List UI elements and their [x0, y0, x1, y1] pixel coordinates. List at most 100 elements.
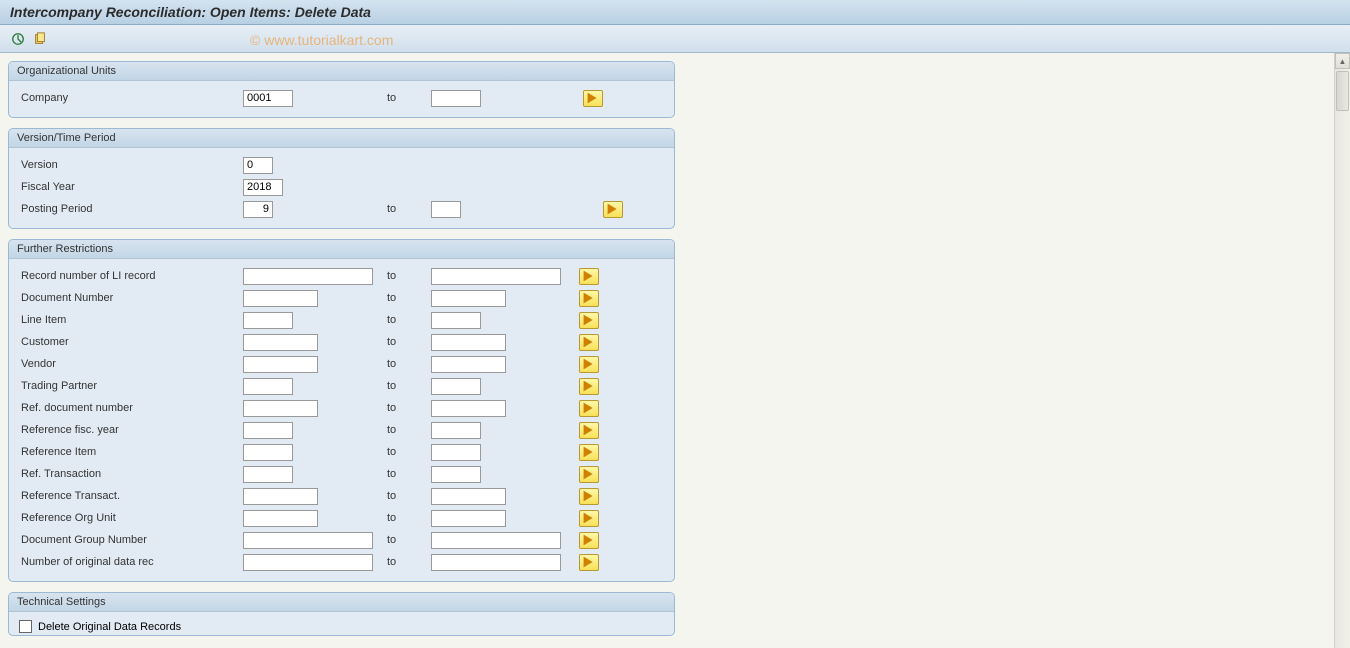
group-header: Technical Settings: [9, 593, 674, 612]
restriction-row: Reference Transact.to: [19, 485, 664, 507]
toolbar: [0, 25, 1350, 53]
restriction-input-to[interactable]: [431, 488, 506, 505]
label-to: to: [387, 203, 427, 215]
label-to: to: [387, 556, 427, 568]
label-fiscal-year: Fiscal Year: [19, 181, 239, 193]
multiple-selection-button[interactable]: [579, 268, 599, 285]
restriction-input-to[interactable]: [431, 466, 481, 483]
restriction-input-from[interactable]: [243, 466, 293, 483]
label-to: to: [387, 292, 427, 304]
multiple-selection-button[interactable]: [583, 90, 603, 107]
restriction-input-to[interactable]: [431, 422, 481, 439]
restriction-input-from[interactable]: [243, 356, 318, 373]
scroll-thumb[interactable]: [1336, 71, 1349, 111]
restriction-input-to[interactable]: [431, 400, 506, 417]
restriction-input-from[interactable]: [243, 312, 293, 329]
multiple-selection-button[interactable]: [579, 488, 599, 505]
label-delete-original: Delete Original Data Records: [38, 621, 181, 633]
restriction-label: Customer: [19, 336, 239, 348]
restriction-label: Ref. Transaction: [19, 468, 239, 480]
restriction-label: Trading Partner: [19, 380, 239, 392]
group-header: Further Restrictions: [9, 240, 674, 259]
input-company-to[interactable]: [431, 90, 481, 107]
input-posting-period-to[interactable]: [431, 201, 461, 218]
restriction-row: Reference Itemto: [19, 441, 664, 463]
input-version[interactable]: [243, 157, 273, 174]
titlebar: Intercompany Reconciliation: Open Items:…: [0, 0, 1350, 25]
label-to: to: [387, 314, 427, 326]
restriction-row: Vendorto: [19, 353, 664, 375]
restriction-input-from[interactable]: [243, 422, 293, 439]
restriction-input-from[interactable]: [243, 290, 318, 307]
restriction-label: Ref. document number: [19, 402, 239, 414]
scroll-up-button[interactable]: ▲: [1335, 53, 1350, 69]
restriction-input-to[interactable]: [431, 356, 506, 373]
restriction-input-from[interactable]: [243, 334, 318, 351]
restriction-input-from[interactable]: [243, 400, 318, 417]
get-variant-button[interactable]: [32, 31, 48, 47]
restriction-input-from[interactable]: [243, 488, 318, 505]
vertical-scrollbar[interactable]: ▲: [1334, 53, 1350, 648]
multiple-selection-button[interactable]: [579, 554, 599, 571]
group-organizational-units: Organizational Units Company to: [8, 61, 675, 118]
restriction-label: Record number of LI record: [19, 270, 239, 282]
label-company: Company: [19, 92, 239, 104]
restriction-row: Trading Partner to: [19, 375, 664, 397]
row-delete-original: Delete Original Data Records: [19, 618, 664, 635]
multiple-selection-button[interactable]: [579, 466, 599, 483]
input-fiscal-year[interactable]: [243, 179, 283, 196]
group-header: Organizational Units: [9, 62, 674, 81]
label-to: to: [387, 92, 427, 104]
group-version-time-period: Version/Time Period Version Fiscal Year: [8, 128, 675, 229]
restriction-input-to[interactable]: [431, 268, 561, 285]
restriction-input-to[interactable]: [431, 312, 481, 329]
restriction-row: Record number of LI record to: [19, 265, 664, 287]
restriction-input-from[interactable]: [243, 532, 373, 549]
multiple-selection-button[interactable]: [579, 444, 599, 461]
restriction-row: Line Itemto: [19, 309, 664, 331]
row-company: Company to: [19, 87, 664, 109]
restriction-row: Document Group Numberto: [19, 529, 664, 551]
restriction-input-to[interactable]: [431, 510, 506, 527]
multiple-selection-button[interactable]: [579, 290, 599, 307]
restriction-input-from[interactable]: [243, 268, 373, 285]
label-to: to: [387, 270, 427, 282]
content-wrapper: Organizational Units Company to: [0, 53, 1350, 648]
multiple-selection-button[interactable]: [579, 334, 599, 351]
checkbox-delete-original[interactable]: [19, 620, 32, 633]
multiple-selection-button[interactable]: [579, 378, 599, 395]
multiple-selection-button[interactable]: [579, 356, 599, 373]
restriction-label: Reference Org Unit: [19, 512, 239, 524]
label-to: to: [387, 468, 427, 480]
multiple-selection-button[interactable]: [579, 312, 599, 329]
input-posting-period-from[interactable]: [243, 201, 273, 218]
multiple-selection-button[interactable]: [579, 532, 599, 549]
restriction-input-to[interactable]: [431, 334, 506, 351]
restriction-input-from[interactable]: [243, 378, 293, 395]
restriction-input-to[interactable]: [431, 554, 561, 571]
restriction-input-to[interactable]: [431, 378, 481, 395]
label-posting-period: Posting Period: [19, 203, 239, 215]
restriction-row: Ref. document numberto: [19, 397, 664, 419]
restriction-label: Reference Item: [19, 446, 239, 458]
multiple-selection-button[interactable]: [579, 422, 599, 439]
restriction-input-from[interactable]: [243, 554, 373, 571]
group-header: Version/Time Period: [9, 129, 674, 148]
label-to: to: [387, 358, 427, 370]
restriction-input-to[interactable]: [431, 290, 506, 307]
right-pane: ▲: [683, 53, 1350, 648]
restriction-label: Number of original data rec: [19, 556, 239, 568]
restriction-input-from[interactable]: [243, 510, 318, 527]
multiple-selection-button[interactable]: [603, 201, 623, 218]
restriction-input-to[interactable]: [431, 532, 561, 549]
multiple-selection-button[interactable]: [579, 400, 599, 417]
row-posting-period: Posting Period to: [19, 198, 664, 220]
label-version: Version: [19, 159, 239, 171]
restriction-input-to[interactable]: [431, 444, 481, 461]
multiple-selection-button[interactable]: [579, 510, 599, 527]
restriction-input-from[interactable]: [243, 444, 293, 461]
label-to: to: [387, 380, 427, 392]
execute-button[interactable]: [10, 31, 26, 47]
page-title: Intercompany Reconciliation: Open Items:…: [10, 4, 371, 20]
input-company-from[interactable]: [243, 90, 293, 107]
